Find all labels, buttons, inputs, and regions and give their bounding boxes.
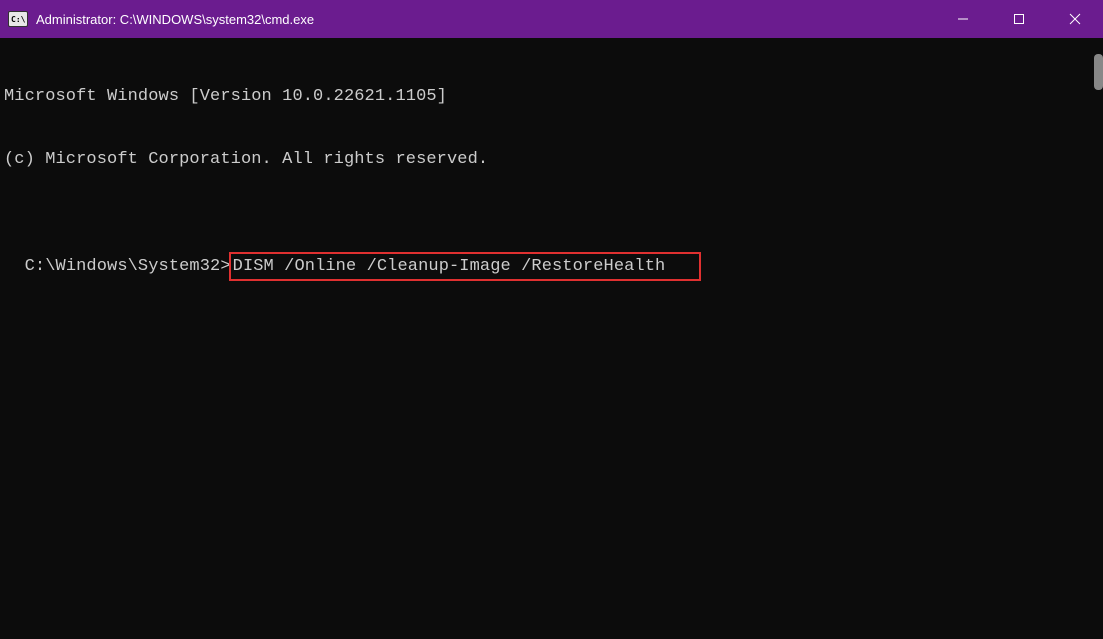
terminal-content[interactable]: Microsoft Windows [Version 10.0.22621.11…	[0, 38, 1103, 281]
prompt-path: C:\Windows\System32	[25, 257, 221, 276]
command-input[interactable]: DISM /Online /Cleanup-Image /RestoreHeal…	[233, 257, 666, 276]
maximize-icon	[1013, 13, 1025, 25]
cmd-icon: C:\	[8, 11, 28, 27]
minimize-button[interactable]	[935, 0, 991, 38]
close-button[interactable]	[1047, 0, 1103, 38]
maximize-button[interactable]	[991, 0, 1047, 38]
terminal-version-line: Microsoft Windows [Version 10.0.22621.11…	[4, 86, 1101, 107]
scrollbar-track[interactable]	[1086, 38, 1103, 639]
scrollbar-thumb[interactable]	[1094, 54, 1103, 90]
terminal-copyright-line: (c) Microsoft Corporation. All rights re…	[4, 149, 1101, 170]
window-title: Administrator: C:\WINDOWS\system32\cmd.e…	[36, 12, 314, 27]
titlebar: C:\ Administrator: C:\WINDOWS\system32\c…	[0, 0, 1103, 38]
close-icon	[1069, 13, 1081, 25]
titlebar-left: C:\ Administrator: C:\WINDOWS\system32\c…	[8, 11, 314, 27]
minimize-icon	[957, 13, 969, 25]
blank-line	[4, 212, 1101, 233]
command-highlight-box: DISM /Online /Cleanup-Image /RestoreHeal…	[229, 252, 702, 281]
window-controls	[935, 0, 1103, 38]
prompt-line: C:\Windows\System32>DISM /Online /Cleanu…	[25, 257, 702, 276]
